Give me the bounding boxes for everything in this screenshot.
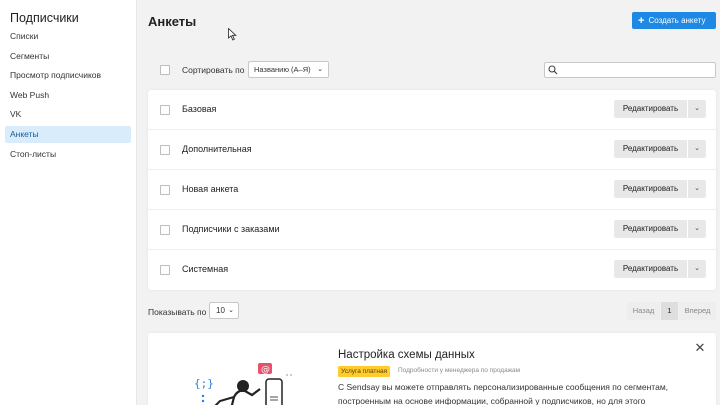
next-page-button[interactable]: Вперед (679, 302, 716, 320)
search-icon (548, 65, 558, 75)
sidebar-item-segments[interactable]: Сегменты (5, 48, 131, 65)
form-name[interactable]: Базовая (182, 104, 216, 114)
plus-icon: + (638, 15, 645, 27)
form-name[interactable]: Новая анкета (182, 184, 238, 194)
select-all-checkbox[interactable] (160, 65, 170, 75)
data-schema-promo: {;} @ Настройка схемы данных Услуга плат… (148, 333, 716, 405)
sort-select[interactable]: Названию (А–Я) ⌄ (248, 61, 329, 78)
sidebar-item-lists[interactable]: Списки (5, 28, 131, 45)
list-item: Системная Редактировать ⌄ (148, 250, 716, 290)
search-input[interactable] (544, 62, 716, 78)
row-checkbox[interactable] (160, 145, 170, 155)
create-form-label: Создать анкету (648, 16, 706, 25)
row-checkbox[interactable] (160, 105, 170, 115)
promo-title: Настройка схемы данных (338, 349, 475, 361)
close-icon[interactable]: ✕ (693, 341, 707, 355)
forms-list: Базовая Редактировать ⌄ Дополнительная Р… (148, 90, 716, 290)
list-item: Подписчики с заказами Редактировать ⌄ (148, 210, 716, 250)
per-page-select[interactable]: 10 ⌄ (209, 302, 239, 319)
sort-value: Названию (А–Я) (254, 65, 311, 74)
form-name[interactable]: Дополнительная (182, 144, 252, 154)
sidebar: Подписчики Списки Сегменты Просмотр подп… (0, 0, 137, 405)
sidebar-item-subscribers-view[interactable]: Просмотр подписчиков (5, 67, 131, 84)
chevron-down-icon: ⌄ (228, 307, 234, 314)
list-item: Дополнительная Редактировать ⌄ (148, 130, 716, 170)
form-name[interactable]: Подписчики с заказами (182, 224, 280, 234)
chevron-down-icon[interactable]: ⌄ (688, 100, 706, 118)
svg-text:@: @ (261, 365, 270, 375)
promo-text: С Sendsay вы можете отправлять персонали… (338, 382, 669, 405)
sidebar-title: Подписчики (10, 11, 79, 25)
list-item: Новая анкета Редактировать ⌄ (148, 170, 716, 210)
row-checkbox[interactable] (160, 185, 170, 195)
sidebar-item-web-push[interactable]: Web Push (5, 87, 131, 104)
mouse-cursor-icon (228, 28, 237, 41)
edit-button[interactable]: Редактировать (614, 260, 687, 278)
sort-label: Сортировать по (182, 65, 245, 75)
svg-text:{;}: {;} (194, 377, 214, 390)
edit-button[interactable]: Редактировать (614, 140, 687, 158)
chevron-down-icon[interactable]: ⌄ (688, 220, 706, 238)
list-item: Базовая Редактировать ⌄ (148, 90, 716, 130)
sidebar-item-forms[interactable]: Анкеты (5, 126, 131, 143)
form-name[interactable]: Системная (182, 264, 228, 274)
edit-button[interactable]: Редактировать (614, 100, 687, 118)
create-form-button[interactable]: + Создать анкету (632, 12, 716, 29)
row-checkbox[interactable] (160, 225, 170, 235)
chevron-down-icon[interactable]: ⌄ (688, 180, 706, 198)
sidebar-item-vk[interactable]: VK (5, 106, 131, 123)
per-page-label: Показывать по (148, 307, 207, 317)
edit-button[interactable]: Редактировать (614, 180, 687, 198)
paid-service-badge: Услуга платная (338, 366, 391, 377)
edit-button[interactable]: Редактировать (614, 220, 687, 238)
promo-note: Подробности у менеджера по продажам (398, 367, 521, 374)
chevron-down-icon: ⌄ (317, 66, 323, 73)
sidebar-item-stop-lists[interactable]: Стоп-листы (5, 146, 131, 163)
chevron-down-icon[interactable]: ⌄ (688, 140, 706, 158)
promo-illustration: {;} @ (194, 363, 294, 405)
chevron-down-icon[interactable]: ⌄ (688, 260, 706, 278)
prev-page-button[interactable]: Назад (627, 302, 660, 320)
current-page-button[interactable]: 1 (661, 302, 678, 320)
row-checkbox[interactable] (160, 265, 170, 275)
per-page-value: 10 (216, 306, 225, 315)
page-title: Анкеты (148, 14, 197, 29)
